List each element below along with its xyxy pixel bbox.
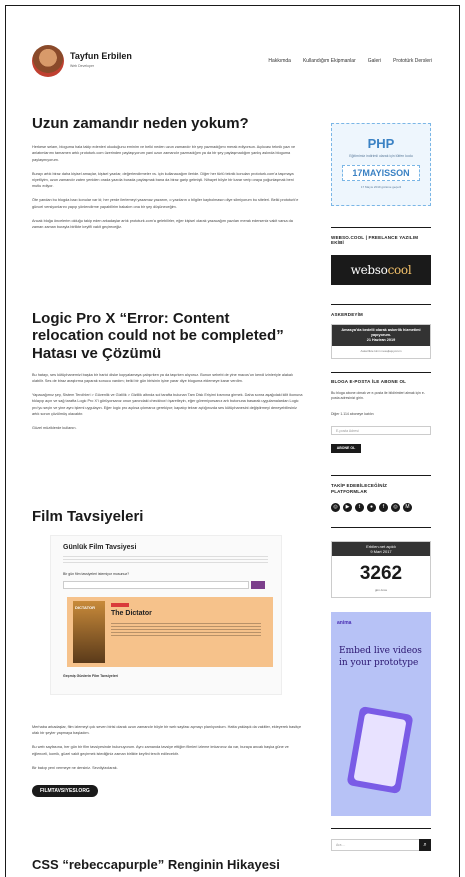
movie-card: DICTATOR The Dictator xyxy=(67,597,273,667)
post-paragraph: Bir bakıp yeni vermeye ne dersiniz. Sevd… xyxy=(32,765,118,770)
main-content: Uzun zamandır neden yokum? Herkese selam… xyxy=(32,115,304,238)
site-header: Tayfun Erbilen Web Developer Hakkımda Ku… xyxy=(32,45,432,79)
film-site-input xyxy=(63,581,249,589)
post-1: Uzun zamandır neden yokum? Herkese selam… xyxy=(32,115,304,230)
twitter-icon[interactable]: t xyxy=(355,503,364,512)
ad-phone-screen xyxy=(353,712,407,788)
youtube-icon[interactable]: ▶ xyxy=(343,503,352,512)
widget-divider xyxy=(331,828,431,829)
subscribe-button[interactable]: ABONE OL xyxy=(331,444,361,453)
ad-phone-image xyxy=(346,705,414,795)
widget-title-asker: ASKERDEYİM xyxy=(331,312,364,317)
asker-head: Amasya’da bedelli olarak askerlik hizmet… xyxy=(332,325,430,346)
post-paragraph: Merhaba arkadaşlar, film izlemeyi çok se… xyxy=(32,725,302,736)
promo-note: 17 Mayıs 2019 gününe geçerli xyxy=(360,185,402,189)
ad-brand-logo: anima xyxy=(337,620,352,626)
ad-banner[interactable]: anima Embed live videos in your prototyp… xyxy=(331,612,431,816)
counter-label: gün önce xyxy=(374,588,388,592)
post-paragraph: Burayı artık biraz daha kişisel amaçlar,… xyxy=(32,171,294,189)
post-title[interactable]: Logic Pro X “Error: Content relocation c… xyxy=(32,310,304,362)
widget-divider xyxy=(331,527,431,528)
widget-divider xyxy=(331,227,431,228)
asker-widget: Amasya’da bedelli olarak askerlik hizmet… xyxy=(331,324,431,359)
poster-text: DICTATOR xyxy=(75,605,95,610)
film-site-link-button[interactable]: FILMTAVSIYESI.ORG xyxy=(32,785,98,798)
widget-divider xyxy=(331,304,431,305)
counter-value: 3262 xyxy=(359,563,403,584)
search-input[interactable]: Ara ... xyxy=(336,843,345,847)
post-title[interactable]: Film Tavsiyeleri xyxy=(32,508,304,525)
film-site-button xyxy=(251,581,265,589)
promo-code: 17MAYISSON xyxy=(342,165,420,181)
email-field[interactable]: E-posta Adresi xyxy=(331,426,431,435)
post-paragraph: Yapacağımız şey, Sistem Tercihleri > Güv… xyxy=(32,393,303,416)
asker-message: Amasya’da bedelli olarak askerlik hizmet… xyxy=(341,328,421,337)
avatar[interactable] xyxy=(32,45,64,77)
post-paragraph: Bu web sayfasına, her gün bir film tavsi… xyxy=(32,745,289,756)
post-paragraph: Bu hatayı, ses kütüphanemizi başka bir h… xyxy=(32,372,293,383)
popular-label: Geçmiş Günlerin Film Tavsiyeleri xyxy=(63,674,118,678)
webso-logo[interactable]: websocool xyxy=(331,255,431,285)
medium-icon[interactable]: M xyxy=(403,503,412,512)
asker-sub: Askerlikte kimi mesajlaşıyorum xyxy=(360,349,402,353)
movie-title: The Dictator xyxy=(111,610,152,617)
promo-title: PHP xyxy=(367,136,395,151)
asker-date: 21 Haziran 2019 xyxy=(366,338,396,342)
counter-head: Erbilen.net açıldı 9 Mart 2017 xyxy=(332,542,430,556)
widget-title-subscribe: BLOGA E-POSTA İLE ABONE OL xyxy=(331,379,407,384)
widget-title-webso: WEBSO.COOL | FREELANCE YAZILIM EKİBİ xyxy=(331,235,419,245)
ad-headline: Embed live videos in your prototype xyxy=(339,646,422,668)
instagram-icon[interactable]: ◎ xyxy=(391,503,400,512)
film-site-question: Bir gün film tavsiyeleri istemiyor musun… xyxy=(63,572,130,576)
post-3: Film Tavsiyeleri xyxy=(32,508,304,525)
widget-divider xyxy=(331,372,431,373)
post-title[interactable]: CSS “rebeccapurple” Renginin Hikayesi xyxy=(32,857,304,873)
main-nav: Hakkımda Kullandığım Ekipmanlar Galeri P… xyxy=(268,58,432,64)
counter-date: 9 Mart 2017 xyxy=(370,549,392,554)
webso-logo-accent: cool xyxy=(387,263,412,277)
social-icons: ◎ ▶ t ● f ◎ M xyxy=(331,503,412,512)
post-paragraph: Ancak bloğa öncelerim olduğu takip eden … xyxy=(32,218,293,230)
facebook-icon[interactable]: f xyxy=(379,503,388,512)
nav-item-prototurk[interactable]: Prototürk Dersleri xyxy=(393,58,432,64)
post-title[interactable]: Uzun zamandır neden yokum? xyxy=(32,115,304,132)
promo-subtitle: Eğitimimiz indirimli olarak için lütfen … xyxy=(349,154,413,158)
widget-title-follow: TAKİP EDEBİLECEĞİNİZ PLATFORMLAR xyxy=(331,483,388,494)
film-site-screenshot[interactable]: Günlük Film Tavsiyesi Bir gün film tavsi… xyxy=(50,535,282,695)
post-paragraph: Herkese selam, bloguma hala takip edenle… xyxy=(32,145,296,162)
counter-widget: Erbilen.net açıldı 9 Mart 2017 3262 gün ö… xyxy=(331,541,431,598)
post-2: Logic Pro X “Error: Content relocation c… xyxy=(32,310,304,439)
search-icon[interactable]: ⌕ xyxy=(419,839,431,851)
movie-poster: DICTATOR xyxy=(73,601,105,663)
subscribe-text: Bu bloga abone olmak ve e-posta ile bild… xyxy=(331,391,425,400)
movie-badge xyxy=(111,603,129,607)
post-3-body: Merhaba arkadaşlar, film izlemeyi çok se… xyxy=(32,724,304,798)
webso-logo-text: webso xyxy=(350,263,388,277)
nav-item-equipment[interactable]: Kullandığım Ekipmanlar xyxy=(303,58,356,64)
nav-item-about[interactable]: Hakkımda xyxy=(268,58,291,64)
instagram-icon[interactable]: ◎ xyxy=(331,503,340,512)
subscribe-count: Diğer 1.114 aboneye katılın xyxy=(331,412,374,416)
post-paragraph: Güzel müziklerde kullanın. xyxy=(32,425,77,430)
search-box[interactable]: Ara ... ⌕ xyxy=(331,839,431,851)
post-4: CSS “rebeccapurple” Renginin Hikayesi xyxy=(32,857,304,873)
film-site-title: Günlük Film Tavsiyesi xyxy=(63,544,137,551)
github-icon[interactable]: ● xyxy=(367,503,376,512)
php-promo-widget[interactable]: PHP Eğitimimiz indirimli olarak için lüt… xyxy=(331,123,431,206)
site-title[interactable]: Tayfun Erbilen xyxy=(70,51,132,61)
movie-description xyxy=(111,623,261,637)
widget-divider xyxy=(331,475,431,476)
post-paragraph: Öte yandan bu blogda bazı konular var ki… xyxy=(32,198,299,209)
film-site-text xyxy=(63,556,268,564)
nav-item-gallery[interactable]: Galeri xyxy=(368,58,381,64)
site-description: Web Developer xyxy=(70,64,95,68)
